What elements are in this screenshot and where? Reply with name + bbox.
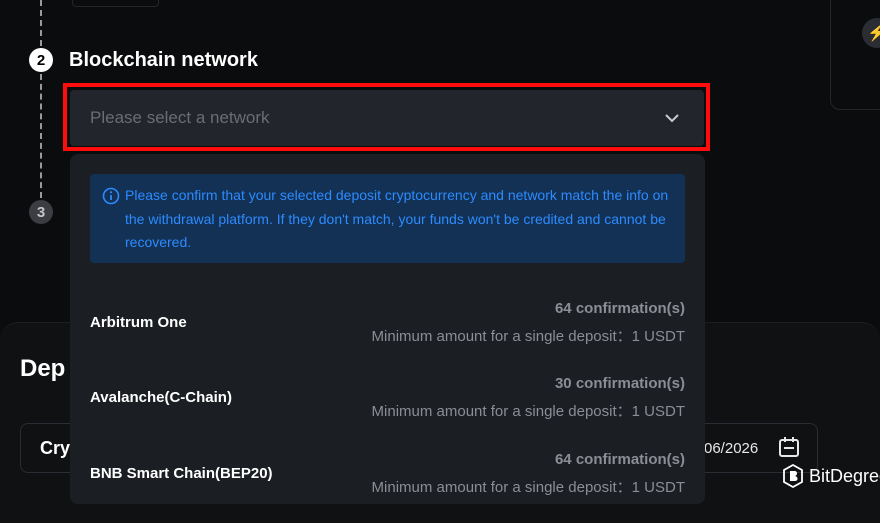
step-2-indicator: 2 — [29, 48, 53, 72]
bitdegree-logo-text: BitDegree — [809, 465, 880, 486]
network-option-confirmations: 64 confirmation(s) — [554, 451, 685, 468]
date-range-text: 06/2026 — [704, 440, 759, 457]
annotation-highlight — [63, 83, 710, 151]
network-option-minimum: Minimum amount for a single deposit：1 US… — [371, 403, 685, 420]
side-card — [830, 0, 880, 110]
crypto-filter-label: Cry — [40, 438, 71, 458]
network-option-confirmations: 64 confirmation(s) — [554, 300, 685, 317]
network-option-name: Avalanche(C-Chain) — [90, 389, 232, 406]
previous-field-box — [72, 0, 159, 7]
calendar-icon[interactable] — [778, 436, 800, 458]
network-option-name: BNB Smart Chain(BEP20) — [90, 465, 273, 482]
network-option-name: Arbitrum One — [90, 314, 187, 331]
stepper-connector — [40, 74, 42, 198]
network-option-minimum: Minimum amount for a single deposit：1 US… — [371, 328, 685, 345]
bitdegree-logo-icon — [783, 464, 803, 488]
network-option-arbitrum[interactable]: Arbitrum One 64 confirmation(s) Minimum … — [70, 290, 705, 352]
stepper-connector — [40, 0, 42, 46]
bitdegree-logo: BitDegree — [783, 463, 880, 489]
step-3-indicator: 3 — [29, 200, 53, 224]
network-option-minimum: Minimum amount for a single deposit：1 US… — [371, 479, 685, 496]
network-option-confirmations: 30 confirmation(s) — [554, 375, 685, 392]
network-notice: Please confirm that your selected deposi… — [90, 174, 685, 263]
network-dropdown: Please confirm that your selected deposi… — [70, 154, 705, 504]
deposit-section-title: Dep — [20, 355, 66, 382]
section-title: Blockchain network — [69, 49, 258, 71]
notice-text: Please confirm that your selected deposi… — [125, 187, 669, 250]
info-icon — [102, 187, 120, 205]
network-option-avalanche[interactable]: Avalanche(C-Chain) 30 confirmation(s) Mi… — [70, 366, 705, 428]
